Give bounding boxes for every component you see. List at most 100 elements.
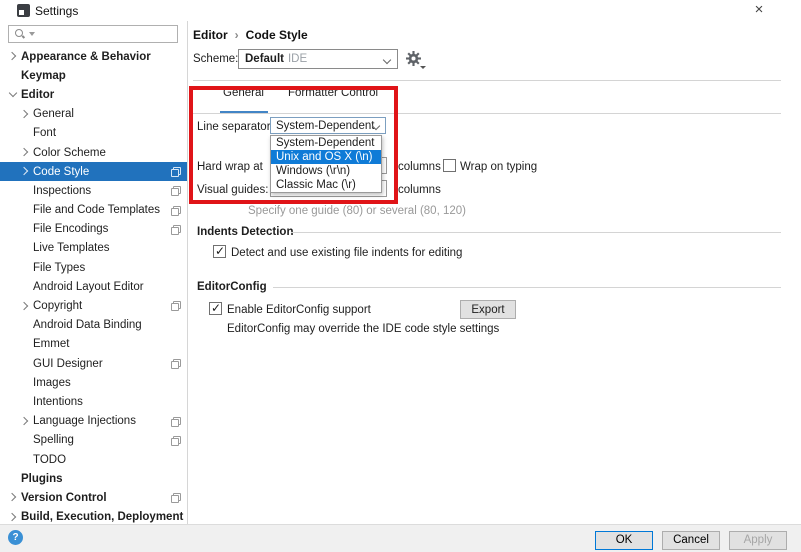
sidebar-item-plugins[interactable]: Plugins — [0, 469, 187, 488]
apply-button[interactable]: Apply — [729, 531, 787, 550]
dropdown-option-classic-mac-r[interactable]: Classic Mac (\r) — [271, 178, 381, 192]
chevron-right-icon[interactable] — [20, 301, 31, 312]
sidebar-item-label: Color Scheme — [33, 147, 106, 159]
scheme-dropdown[interactable]: Default IDE — [238, 49, 398, 69]
visual-guides-columns-label: columns — [398, 184, 441, 196]
sidebar-item-version-control[interactable]: Version Control — [0, 488, 187, 507]
visual-guides-label: Visual guides: — [197, 184, 268, 196]
chevron-spacer — [20, 358, 31, 369]
sidebar-item-live-templates[interactable]: Live Templates — [0, 239, 187, 258]
chevron-right-icon[interactable] — [8, 492, 19, 503]
breadcrumb-item-editor[interactable]: Editor — [193, 28, 228, 42]
sidebar-item-label: Plugins — [21, 473, 63, 485]
breadcrumb-item-code-style[interactable]: Code Style — [246, 28, 308, 42]
sidebar-item-android-layout-editor[interactable]: Android Layout Editor — [0, 277, 187, 296]
sidebar-item-build-execution-deployment[interactable]: Build, Execution, Deployment — [0, 508, 187, 525]
chevron-spacer — [8, 473, 19, 484]
tab-general[interactable]: General — [223, 87, 264, 99]
sidebar-item-label: Images — [33, 377, 71, 389]
sidebar-item-file-encodings[interactable]: File Encodings — [0, 220, 187, 239]
close-icon[interactable]: × — [744, 0, 774, 20]
line-separator-label: Line separator: — [197, 121, 274, 133]
chevron-spacer — [20, 435, 31, 446]
sidebar-item-label: Code Style — [33, 166, 89, 178]
sidebar-item-copyright[interactable]: Copyright — [0, 296, 187, 315]
chevron-spacer — [20, 224, 31, 235]
sidebar-item-file-and-code-templates[interactable]: File and Code Templates — [0, 201, 187, 220]
sidebar-item-keymap[interactable]: Keymap — [0, 66, 187, 85]
sidebar-item-label: Editor — [21, 89, 54, 101]
sidebar-item-inspections[interactable]: Inspections — [0, 181, 187, 200]
editorconfig-divider — [273, 287, 781, 288]
help-button[interactable]: ? — [8, 530, 23, 545]
tab-formatter-control[interactable]: Formatter Control — [288, 87, 378, 99]
settings-window: Settings × Appearance & BehaviorKeymapEd… — [0, 0, 801, 552]
sidebar-item-label: Inspections — [33, 185, 91, 197]
sidebar-item-label: Intentions — [33, 396, 83, 408]
chevron-right-icon[interactable] — [20, 166, 31, 177]
dropdown-option-windows-r-n[interactable]: Windows (\r\n) — [271, 164, 381, 178]
chevron-down-icon[interactable] — [8, 89, 19, 100]
chevron-right-icon[interactable] — [20, 416, 31, 427]
export-button[interactable]: Export — [460, 300, 516, 319]
enable-editorconfig-checkbox[interactable] — [209, 302, 222, 315]
app-icon — [17, 4, 30, 17]
sidebar-item-label: Appearance & Behavior — [21, 51, 151, 63]
sidebar-item-label: Live Templates — [33, 242, 110, 254]
sidebar-item-label: Copyright — [33, 300, 82, 312]
editorconfig-title: EditorConfig — [197, 281, 267, 293]
chevron-spacer — [20, 281, 31, 292]
window-title: Settings — [35, 4, 78, 18]
scheme-suffix: IDE — [288, 53, 307, 65]
sidebar-item-label: File and Code Templates — [33, 204, 160, 216]
chevron-spacer — [20, 128, 31, 139]
sidebar-item-label: General — [33, 108, 74, 120]
scheme-label: Scheme: — [193, 53, 238, 65]
shared-settings-icon — [171, 206, 181, 216]
sidebar-item-emmet[interactable]: Emmet — [0, 335, 187, 354]
chevron-spacer — [20, 205, 31, 216]
wrap-on-typing-checkbox[interactable] — [443, 159, 456, 172]
hard-wrap-label: Hard wrap at — [197, 161, 263, 173]
shared-settings-icon — [171, 493, 181, 503]
shared-settings-icon — [171, 417, 181, 427]
sidebar-item-appearance-behavior[interactable]: Appearance & Behavior — [0, 47, 187, 66]
main-panel: Editor›Code Style Scheme: Default IDE G — [188, 21, 801, 524]
chevron-down-icon — [373, 123, 380, 130]
sidebar-item-file-types[interactable]: File Types — [0, 258, 187, 277]
detect-indents-checkbox[interactable] — [213, 245, 226, 258]
chevron-spacer — [20, 262, 31, 273]
chevron-right-icon[interactable] — [20, 147, 31, 158]
sidebar-item-color-scheme[interactable]: Color Scheme — [0, 143, 187, 162]
dropdown-option-system-dependent[interactable]: System-Dependent — [271, 136, 381, 150]
chevron-right-icon[interactable] — [8, 512, 19, 523]
line-separator-dropdown[interactable]: System-Dependent — [270, 117, 386, 134]
search-box[interactable] — [8, 25, 178, 43]
chevron-right-icon[interactable] — [20, 109, 31, 120]
sidebar-item-font[interactable]: Font — [0, 124, 187, 143]
scheme-gear-button[interactable] — [406, 51, 426, 69]
hard-wrap-columns-label: columns — [398, 161, 441, 173]
ok-button[interactable]: OK — [595, 531, 653, 550]
scheme-value: Default — [245, 53, 284, 65]
cancel-button[interactable]: Cancel — [662, 531, 720, 550]
sidebar-item-label: Version Control — [21, 492, 107, 504]
sidebar-item-language-injections[interactable]: Language Injections — [0, 412, 187, 431]
sidebar-item-label: Android Layout Editor — [33, 281, 144, 293]
chevron-right-icon[interactable] — [8, 51, 19, 62]
sidebar-item-spelling[interactable]: Spelling — [0, 431, 187, 450]
sidebar-item-general[interactable]: General — [0, 105, 187, 124]
sidebar-item-todo[interactable]: TODO — [0, 450, 187, 469]
dropdown-option-unix-and-os-x-n[interactable]: Unix and OS X (\n) — [271, 150, 381, 164]
sidebar-item-label: Language Injections — [33, 415, 136, 427]
search-input[interactable] — [35, 27, 177, 41]
indents-divider — [291, 232, 781, 233]
sidebar-item-gui-designer[interactable]: GUI Designer — [0, 354, 187, 373]
sidebar-item-editor[interactable]: Editor — [0, 85, 187, 104]
sidebar-item-android-data-binding[interactable]: Android Data Binding — [0, 316, 187, 335]
sidebar-item-intentions[interactable]: Intentions — [0, 392, 187, 411]
chevron-spacer — [20, 243, 31, 254]
sidebar-item-code-style[interactable]: Code Style — [0, 162, 187, 181]
sidebar-item-label: File Types — [33, 262, 85, 274]
sidebar-item-images[interactable]: Images — [0, 373, 187, 392]
